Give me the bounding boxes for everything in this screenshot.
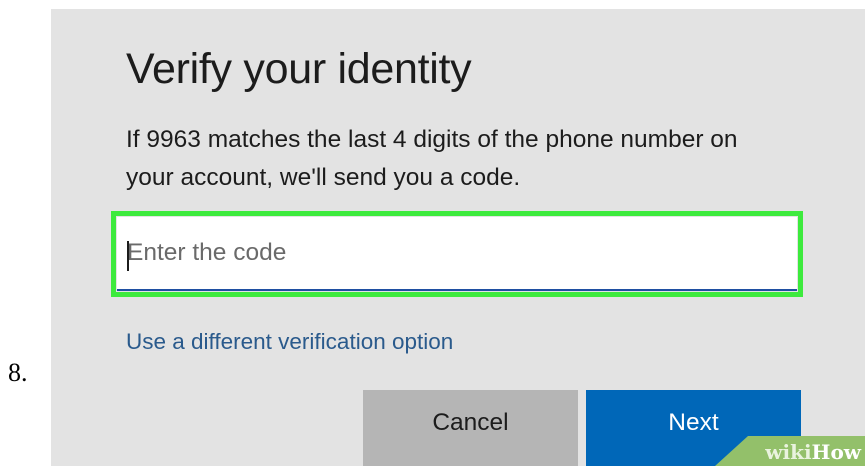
different-verification-option-link[interactable]: Use a different verification option [126, 329, 453, 355]
step-number: 8. [8, 358, 28, 387]
watermark-part1: wiki [765, 440, 812, 464]
watermark-part2: How [811, 440, 861, 464]
verify-identity-dialog: Verify your identity If 9963 matches the… [51, 9, 865, 466]
dialog-title: Verify your identity [126, 45, 472, 93]
text-caret [127, 241, 129, 271]
cancel-button[interactable]: Cancel [363, 390, 578, 466]
code-input[interactable] [117, 217, 797, 291]
dialog-description: If 9963 matches the last 4 digits of the… [126, 126, 738, 191]
